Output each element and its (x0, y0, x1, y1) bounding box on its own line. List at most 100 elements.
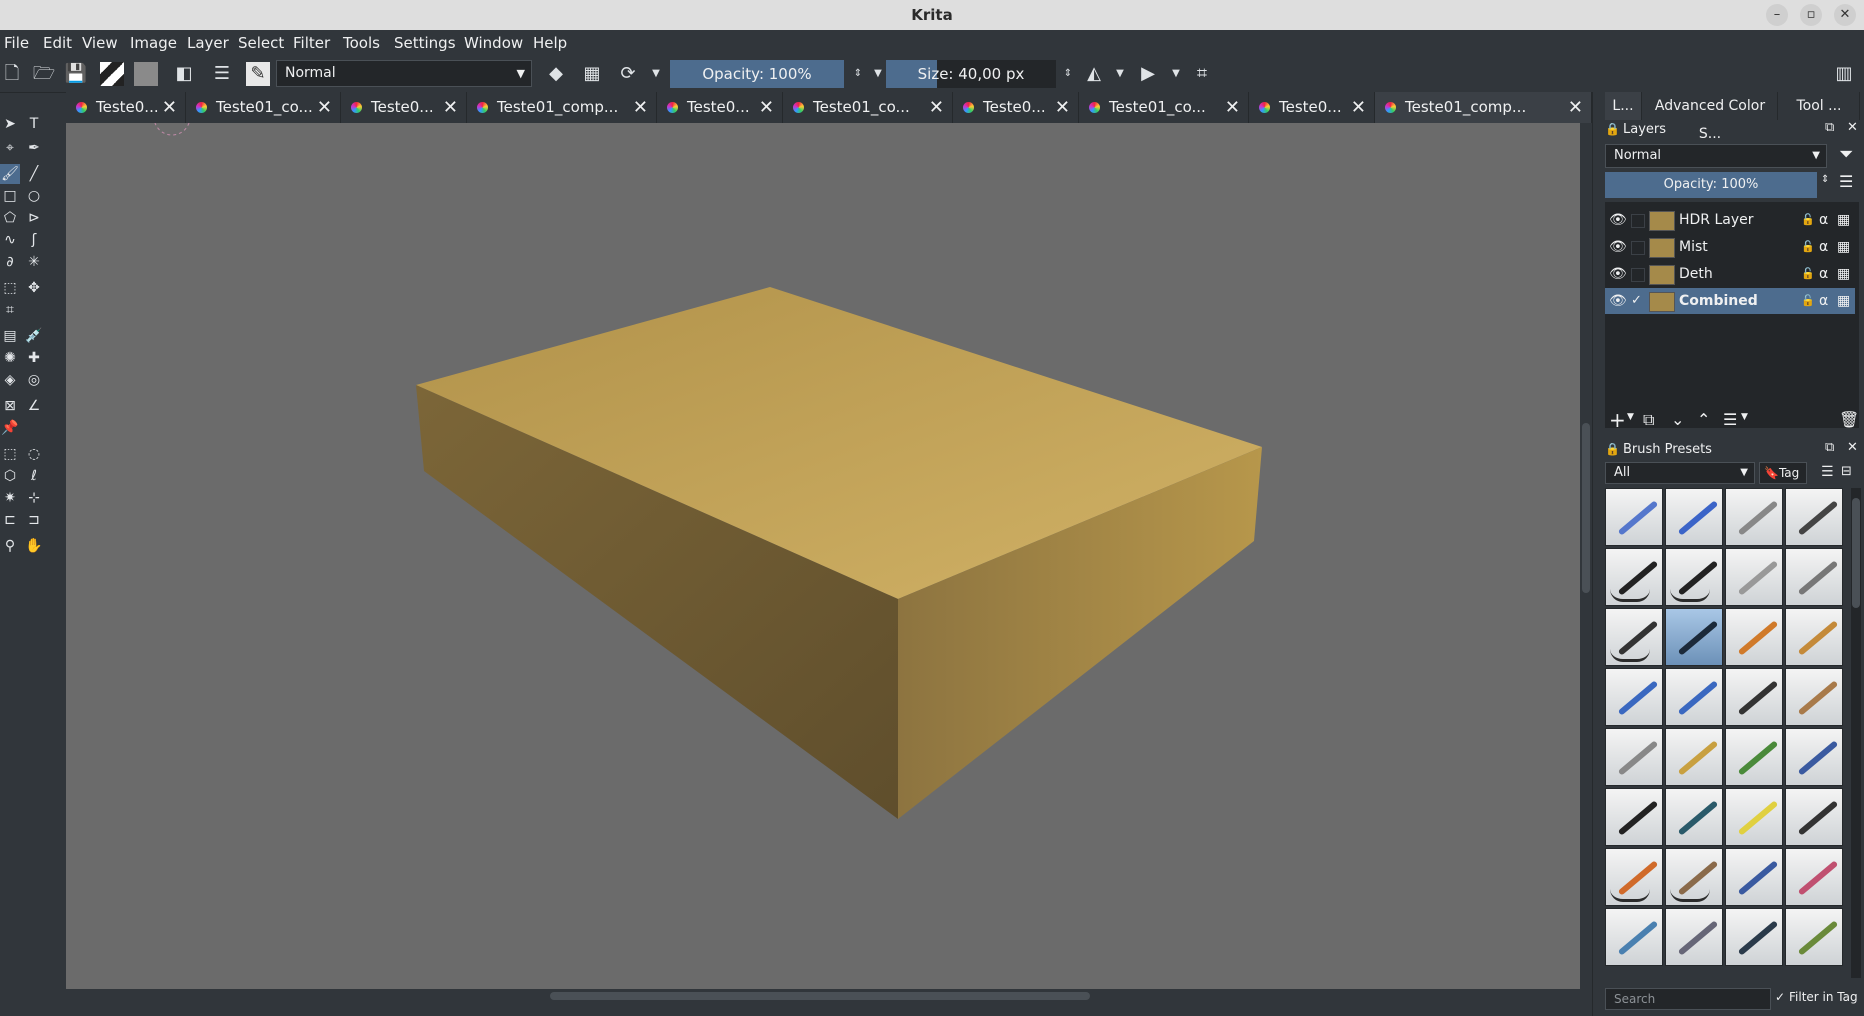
lock-icon[interactable]: 🔓 (1801, 234, 1815, 260)
layer-properties-icon[interactable]: ☰ (1723, 410, 1737, 429)
filter-in-tag-label[interactable]: Filter in Tag (1789, 990, 1858, 1004)
document-tab[interactable]: Teste0... ✕ (66, 92, 186, 123)
move-layer-down-icon[interactable]: ⌄ (1671, 410, 1684, 429)
crop-tool-icon[interactable]: ⌗ (0, 300, 20, 320)
eraser-icon[interactable]: ◆ (544, 62, 568, 86)
layer-options-icon[interactable]: ☰ (1839, 172, 1853, 191)
alpha-lock-icon[interactable]: α (1819, 207, 1828, 233)
lock-docker-icon[interactable]: 🔒 (1605, 122, 1620, 136)
brush-preset-dry[interactable] (1785, 908, 1843, 966)
brush-preset-fineliner[interactable] (1605, 788, 1663, 846)
color-swap-icon[interactable]: ◧ (172, 62, 196, 86)
brush-preset-selected[interactable] (1665, 608, 1723, 666)
brush-tag-filter-select[interactable]: All ▼ (1605, 462, 1755, 484)
brush-preset-smudge[interactable] (1725, 908, 1783, 966)
view-mode-icon[interactable]: ☰ (1821, 464, 1834, 480)
close-tab-icon[interactable]: ✕ (1568, 92, 1583, 123)
menu-help[interactable]: Help (533, 34, 567, 52)
freehand-select-icon[interactable]: ℓ (24, 466, 44, 486)
polygon-select-icon[interactable]: ⬡ (0, 466, 20, 486)
duplicate-layer-icon[interactable]: ⧉ (1643, 410, 1654, 430)
pattern-selector-icon[interactable] (134, 62, 158, 86)
freehand-brush-icon[interactable]: 🖌 (0, 164, 20, 184)
mirror-horizontal-icon[interactable]: ◭ (1082, 62, 1106, 86)
docker-tab-advanced-color[interactable]: Advanced Color S... (1643, 92, 1778, 142)
scrollbar-thumb[interactable] (1852, 498, 1860, 608)
layer-row[interactable]: 👁 HDR Layer 🔓 α ▦ (1605, 207, 1855, 233)
document-tab[interactable]: Teste0... ✕ (657, 92, 783, 123)
docker-tab-layers[interactable]: L... (1605, 92, 1642, 120)
maximize-button[interactable]: ▫ (1800, 4, 1822, 26)
brush-preset-pencil-blue-2[interactable] (1665, 668, 1723, 726)
brush-preset-ink-soft[interactable] (1725, 548, 1783, 606)
scrollbar-thumb[interactable] (550, 992, 1090, 1000)
close-tab-icon[interactable]: ✕ (929, 92, 944, 123)
brush-preset-nib[interactable] (1785, 788, 1843, 846)
close-tab-icon[interactable]: ✕ (317, 92, 332, 123)
wrap-around-icon[interactable]: ⌗ (1190, 62, 1214, 86)
brush-preset-pen-blue[interactable] (1785, 728, 1843, 786)
brush-preset-pencil-sketch[interactable] (1785, 608, 1843, 666)
layer-checkbox[interactable] (1631, 268, 1645, 282)
alpha-lock-icon[interactable]: α (1819, 288, 1828, 314)
reload-preset-icon[interactable]: ⟳ (616, 62, 640, 86)
brush-preset-highlighter[interactable] (1725, 788, 1783, 846)
enclose-fill-icon[interactable]: ◎ (24, 370, 44, 390)
brush-settings-icon[interactable]: ☰ (210, 62, 234, 86)
visibility-eye-icon[interactable]: 👁 (1609, 234, 1627, 260)
menu-tools[interactable]: Tools (343, 34, 380, 52)
chevron-down-icon[interactable]: ▼ (1108, 62, 1132, 86)
brush-preset-watercolor[interactable] (1605, 908, 1663, 966)
document-tab[interactable]: Teste01_co... ✕ (186, 92, 341, 123)
blend-mode-select[interactable]: Normal ▼ (276, 60, 532, 87)
dynamic-brush-icon[interactable]: ∂ (0, 252, 20, 272)
layer-checkbox[interactable] (1631, 214, 1645, 228)
brush-preset-pen-silver[interactable] (1605, 728, 1663, 786)
brush-preset-eraser-blur[interactable] (1725, 488, 1783, 546)
menu-view[interactable]: View (82, 34, 118, 52)
tag-button[interactable]: 🔖Tag (1759, 462, 1807, 484)
checkmark-icon[interactable]: ✓ (1775, 990, 1785, 1004)
menu-select[interactable]: Select (238, 34, 284, 52)
brush-preset-paint-pink[interactable] (1785, 848, 1843, 906)
preserve-alpha-icon[interactable]: ▦ (580, 62, 604, 86)
document-tab[interactable]: Teste0... ✕ (341, 92, 467, 123)
color-picker-icon[interactable]: 💉 (24, 326, 44, 346)
brush-grid-scrollbar[interactable] (1851, 488, 1861, 978)
scrollbar-thumb[interactable] (1582, 423, 1590, 593)
close-tab-icon[interactable]: ✕ (162, 92, 177, 123)
chevron-down-icon[interactable]: ▼ (644, 62, 668, 86)
visibility-eye-icon[interactable]: 👁 (1609, 207, 1627, 233)
gradient-tool-icon[interactable]: ▤ (0, 326, 20, 346)
document-tab[interactable]: Teste0... ✕ (953, 92, 1079, 123)
close-tab-icon[interactable]: ✕ (443, 92, 458, 123)
smart-patch-icon[interactable]: ✚ (24, 348, 44, 368)
open-document-icon[interactable]: 🗁 (32, 62, 56, 86)
measure-tool-icon[interactable]: ∠ (24, 396, 44, 416)
brush-preset-pencil-wood[interactable] (1785, 668, 1843, 726)
brush-preset-icon[interactable]: ✎ (246, 62, 270, 86)
brush-preset-blender[interactable] (1665, 908, 1723, 966)
size-slider[interactable]: Size: 40,00 px (886, 60, 1056, 88)
brush-preset-ink[interactable] (1605, 548, 1663, 606)
rect-select-icon[interactable]: ⬚ (0, 444, 20, 464)
brush-preset-ink-2[interactable] (1665, 548, 1723, 606)
brush-preset-paint-brown[interactable] (1665, 848, 1723, 906)
move-layer-up-icon[interactable]: ⌃ (1697, 410, 1710, 429)
calligraphy-icon[interactable]: ✒ (24, 138, 44, 158)
colorize-mask-icon[interactable]: ✺ (0, 348, 20, 368)
layer-checkbox[interactable] (1631, 241, 1645, 255)
close-tab-icon[interactable]: ✕ (633, 92, 648, 123)
text-tool-icon[interactable]: T (24, 114, 44, 134)
docker-tab-tool-options[interactable]: Tool ... (1779, 92, 1860, 120)
lock-icon[interactable]: 🔓 (1801, 207, 1815, 233)
layer-row[interactable]: 👁 Mist 🔓 α ▦ (1605, 234, 1855, 260)
close-window-button[interactable]: ✕ (1834, 4, 1856, 26)
save-icon[interactable]: 💾 (64, 62, 88, 86)
layer-row-selected[interactable]: 👁 ✓ Combined 🔓 α ▦ (1605, 288, 1855, 314)
alpha-lock-icon[interactable]: α (1819, 261, 1828, 287)
minimize-button[interactable]: – (1766, 4, 1788, 26)
brush-preset-airbrush[interactable] (1785, 488, 1843, 546)
chevron-down-icon[interactable]: ▼ (1741, 412, 1748, 422)
layer-row[interactable]: 👁 Deth 🔓 α ▦ (1605, 261, 1855, 287)
